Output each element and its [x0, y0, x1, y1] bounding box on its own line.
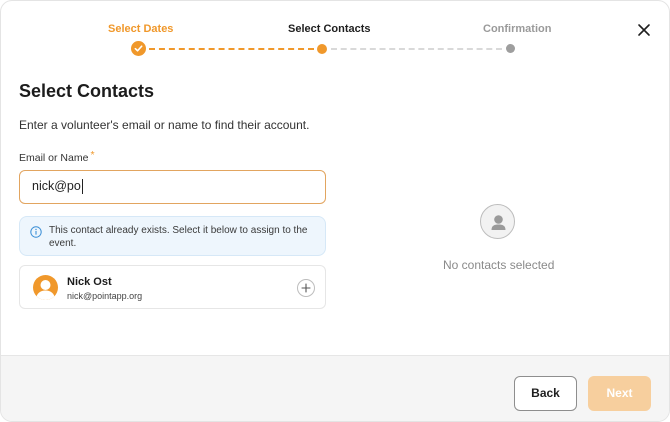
step-pending-dot: [506, 44, 515, 53]
required-asterisk: *: [90, 149, 95, 161]
step-active-dot: [317, 44, 327, 54]
back-button[interactable]: Back: [514, 376, 577, 411]
step-connector-completed: [149, 48, 314, 50]
info-icon: [30, 225, 42, 238]
email-or-name-input-value: nick@po: [32, 179, 81, 193]
notice-text: This contact already exists. Select it b…: [49, 225, 308, 249]
contact-result-card[interactable]: Nick Ost nick@pointapp.org: [19, 265, 326, 309]
step-select-contacts-label: Select Contacts: [288, 23, 371, 35]
contact-exists-notice: This contact already exists. Select it b…: [19, 216, 326, 256]
step-completed-check-icon: [131, 41, 146, 56]
plus-icon: [301, 283, 311, 293]
contact-email: nick@pointapp.org: [67, 291, 143, 301]
select-contacts-modal: Select Dates Select Contacts Confirmatio…: [0, 0, 670, 422]
avatar: [33, 275, 58, 300]
modal-footer: Back Next: [1, 355, 669, 421]
step-select-dates-label: Select Dates: [108, 23, 174, 35]
page-subtitle: Enter a volunteer's email or name to fin…: [19, 118, 310, 132]
email-or-name-label: Email or Name *: [19, 149, 95, 164]
add-contact-button[interactable]: [297, 279, 315, 297]
close-icon[interactable]: [637, 23, 651, 37]
page-title: Select Contacts: [19, 81, 155, 101]
text-caret: [81, 179, 83, 195]
no-contacts-selected-text: No contacts selected: [443, 258, 555, 272]
email-or-name-label-text: Email or Name: [19, 152, 89, 164]
step-confirmation-label: Confirmation: [483, 23, 552, 35]
step-connector-pending: [331, 48, 502, 50]
email-or-name-input[interactable]: nick@po: [19, 170, 326, 204]
contact-name: Nick Ost: [67, 276, 112, 288]
person-icon: [480, 204, 515, 239]
next-button[interactable]: Next: [588, 376, 651, 411]
